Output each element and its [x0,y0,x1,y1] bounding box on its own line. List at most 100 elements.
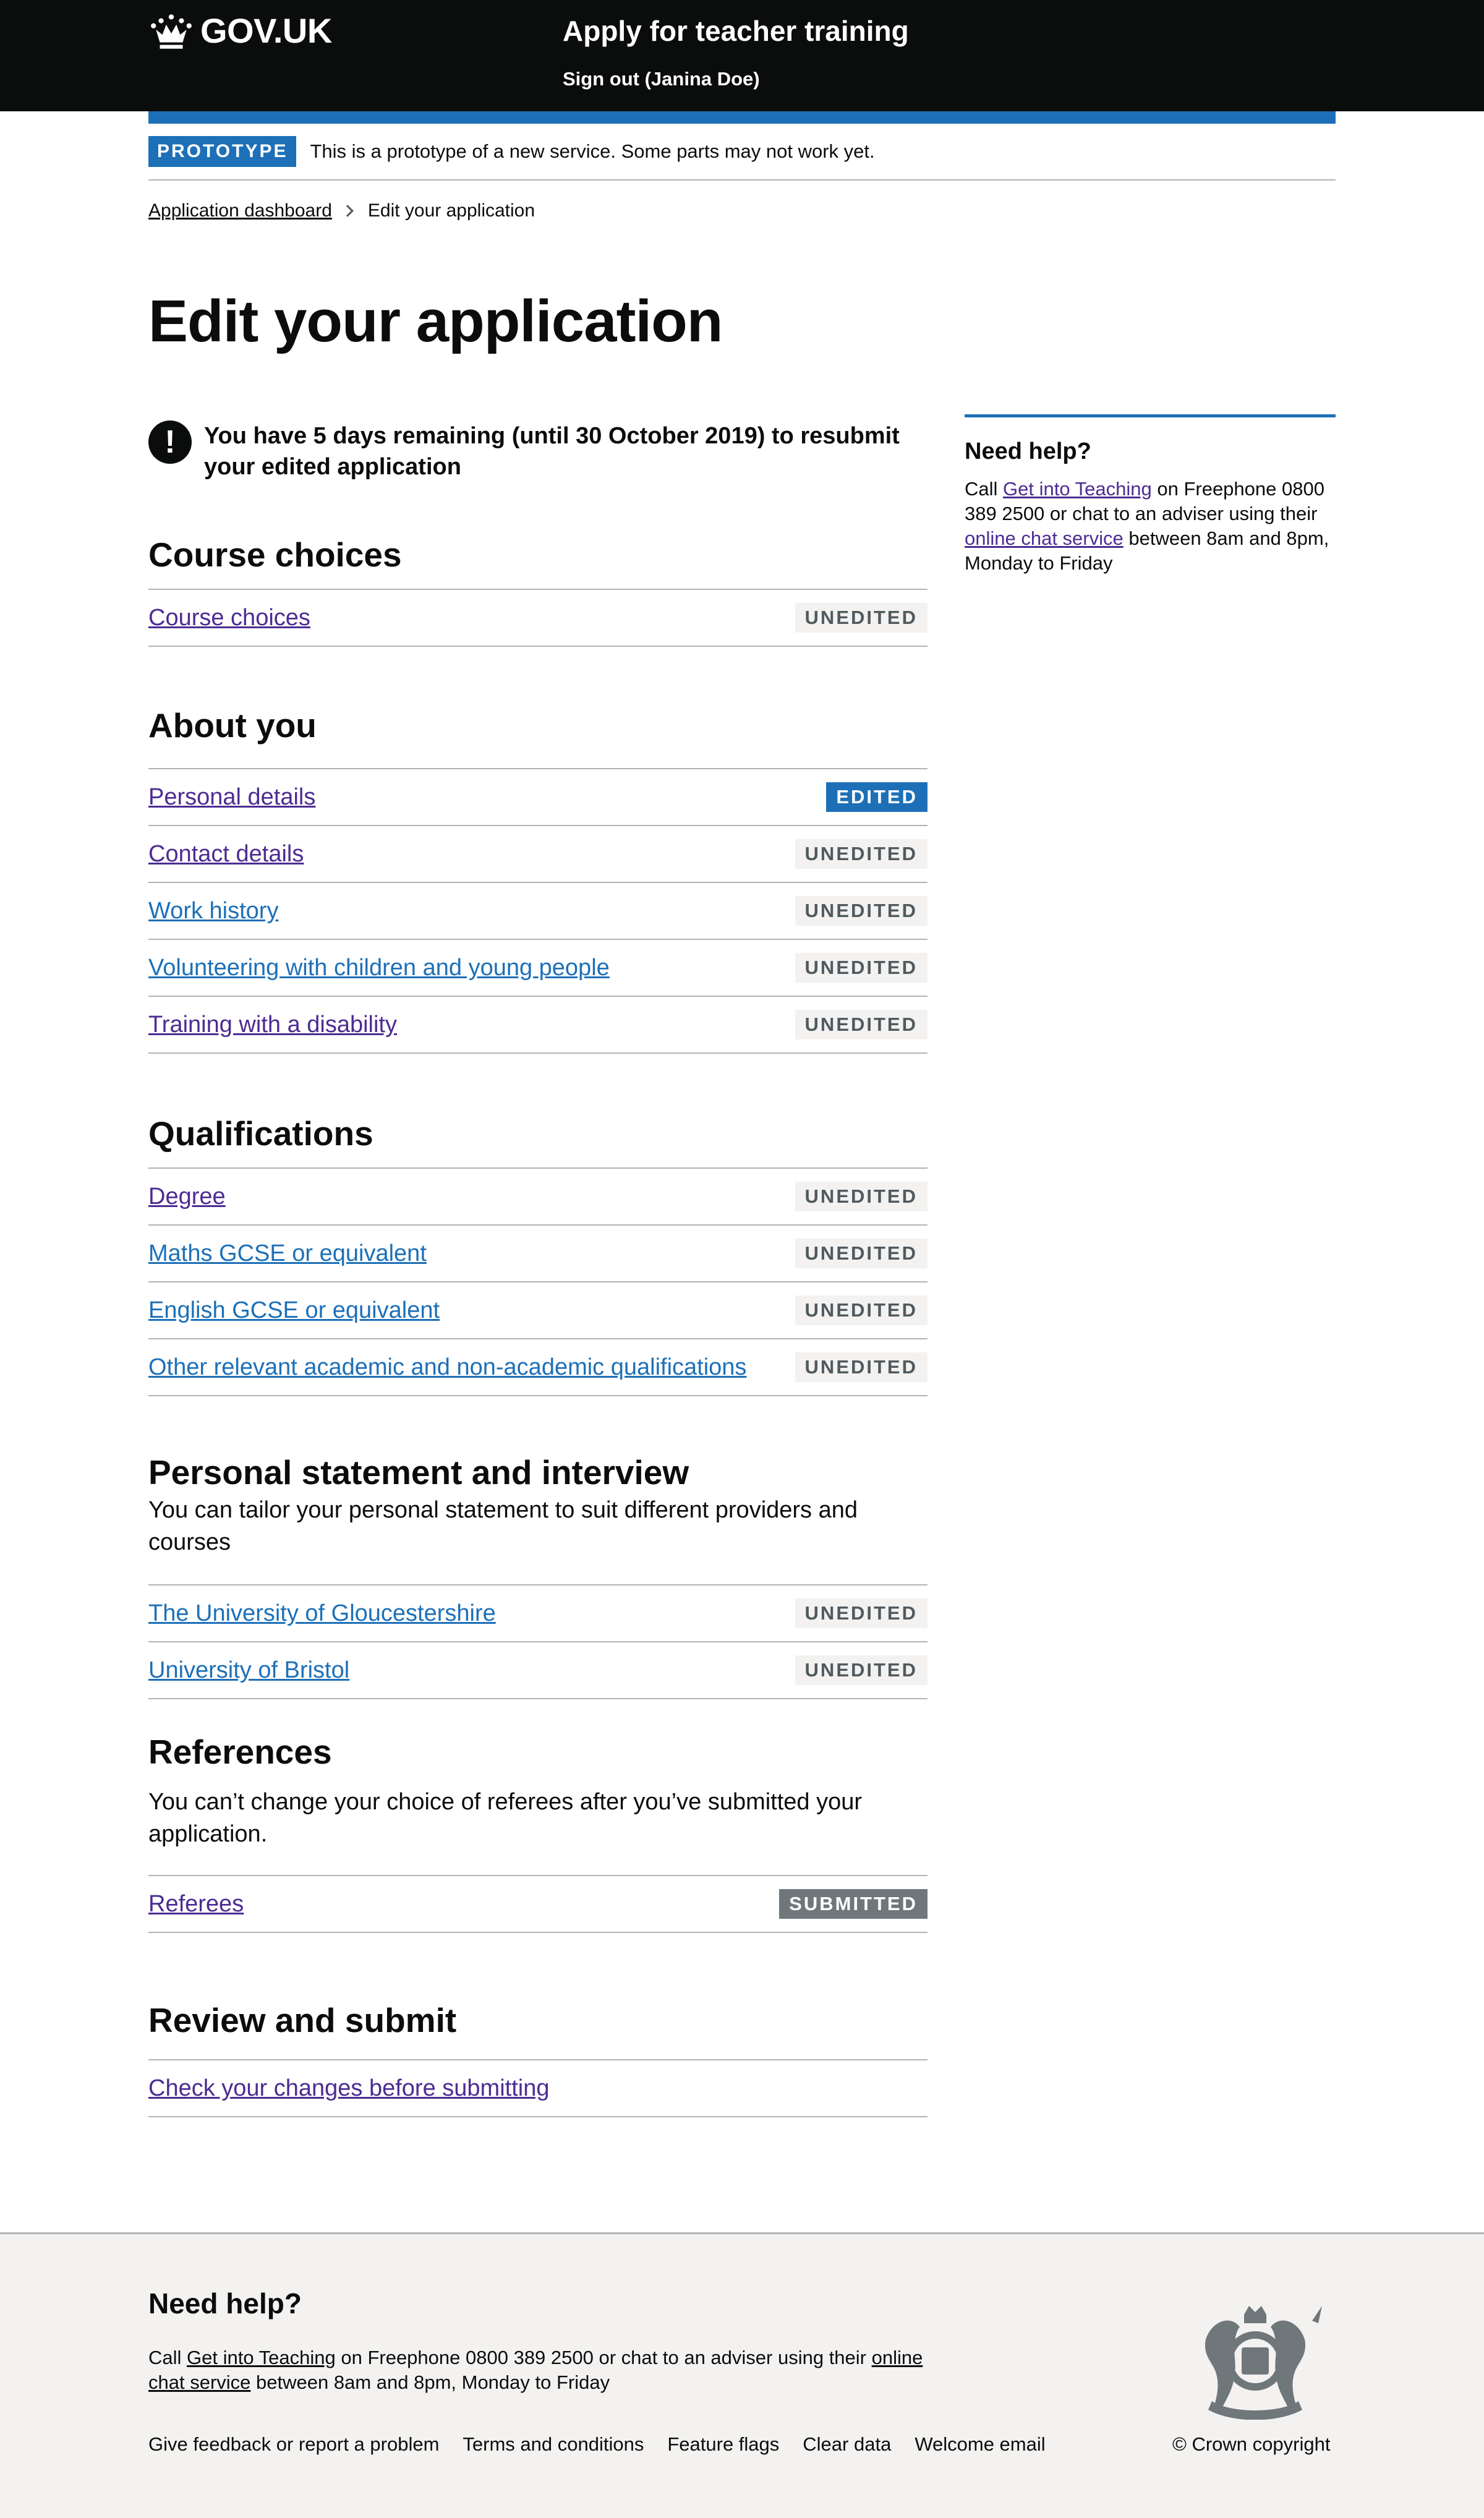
task-list: Degree UNEDITED Maths GCSE or equivalent… [148,1167,927,1396]
footer-get-into-teaching-link[interactable]: Get into Teaching [187,2347,336,2368]
work-history-link[interactable]: Work history [148,895,278,926]
task-list: Personal details EDITED Contact details … [148,768,927,1054]
section-about-you: About you Personal details EDITED Contac… [148,704,927,1054]
status-badge: SUBMITTED [779,1889,927,1919]
feature-flags-link[interactable]: Feature flags [667,2432,779,2457]
sign-out-link[interactable]: Sign out (Janina Doe) [563,67,760,92]
other-qualifications-link[interactable]: Other relevant academic and non-academic… [148,1352,746,1383]
section-description: You can tailor your personal statement t… [148,1497,858,1555]
referees-link[interactable]: Referees [148,1889,244,1919]
bristol-link[interactable]: University of Bristol [148,1655,349,1686]
task-volunteering: Volunteering with children and young peo… [148,940,927,997]
task-list: Course choices UNEDITED [148,589,927,647]
section-title: Personal statement and interview [148,1453,689,1492]
breadcrumb-application-dashboard[interactable]: Application dashboard [148,198,332,224]
section-course-choices: Course choices Course choices UNEDITED [148,533,927,647]
maths-gcse-link[interactable]: Maths GCSE or equivalent [148,1238,427,1269]
warning-message: You have 5 days remaining (until 30 Octo… [204,423,900,480]
footer-text: between 8am and 8pm, Monday to Friday [250,2371,610,2393]
status-badge: UNEDITED [795,1352,927,1382]
status-badge: EDITED [826,782,927,812]
section-personal-statement: Personal statement and interview You can… [148,1451,927,1699]
section-references: References You can’t change your choice … [148,1730,927,1933]
degree-link[interactable]: Degree [148,1181,226,1212]
task-list: The University of Gloucestershire UNEDIT… [148,1584,927,1699]
status-badge: UNEDITED [795,896,927,926]
task-list: Referees SUBMITTED [148,1875,927,1933]
task-english-gcse: English GCSE or equivalent UNEDITED [148,1282,927,1339]
prototype-tag: PROTOTYPE [148,136,297,167]
section-description: You can’t change your choice of referees… [148,1789,863,1847]
task-training-disability: Training with a disability UNEDITED [148,997,927,1054]
service-name-link[interactable]: Apply for teacher training [563,12,909,49]
sidebar-text: Call [965,478,1004,500]
task-course-choices: Course choices UNEDITED [148,590,927,647]
chevron-right-icon [341,205,354,217]
footer-text: on Freephone 0800 389 2500 or chat to an… [335,2347,872,2368]
sidebar-get-into-teaching-link[interactable]: Get into Teaching [1003,478,1152,500]
govuk-logo-link[interactable]: GOV.UK [148,11,332,51]
footer-title: Need help? [148,2287,302,2320]
status-badge: UNEDITED [795,1182,927,1211]
status-badge: UNEDITED [795,839,927,869]
course-choices-link[interactable]: Course choices [148,602,310,633]
page-title: Edit your application [148,288,723,354]
warning-text-block: ! You have 5 days remaining (until 30 Oc… [148,420,927,482]
govuk-logo-text: GOV.UK [200,11,332,50]
status-badge: UNEDITED [795,1598,927,1628]
task-contact-details: Contact details UNEDITED [148,826,927,883]
feedback-link[interactable]: Give feedback or report a problem [148,2432,439,2457]
status-badge: UNEDITED [795,953,927,983]
status-badge: UNEDITED [795,1010,927,1039]
section-review-submit: Review and submit Check your changes bef… [148,1999,927,2117]
section-title: Review and submit [148,2001,457,2039]
site-header: GOV.UK Apply for teacher training Sign o… [0,0,1484,111]
terms-link[interactable]: Terms and conditions [463,2432,644,2457]
english-gcse-link[interactable]: English GCSE or equivalent [148,1295,440,1326]
warning-icon: ! [148,420,192,464]
personal-details-link[interactable]: Personal details [148,782,315,813]
site-footer: Need help? Call Get into Teaching on Fre… [0,2232,1484,2518]
task-maths-gcse: Maths GCSE or equivalent UNEDITED [148,1226,927,1282]
task-work-history: Work history UNEDITED [148,883,927,940]
task-bristol: University of Bristol UNEDITED [148,1642,927,1699]
contact-details-link[interactable]: Contact details [148,839,304,869]
section-title: About you [148,706,317,745]
status-badge: UNEDITED [795,1655,927,1685]
header-blue-bar [148,111,1336,124]
welcome-email-link[interactable]: Welcome email [915,2432,1045,2457]
sidebar-title: Need help? [965,438,1091,464]
footer-help-text: Call Get into Teaching on Freephone 0800… [148,2345,940,2395]
crown-icon [151,14,192,49]
footer-links: Give feedback or report a problem Terms … [148,2432,1069,2457]
task-other-qualifications: Other relevant academic and non-academic… [148,1339,927,1396]
need-help-sidebar: Need help? Call Get into Teaching on Fre… [965,414,1336,576]
task-personal-details: Personal details EDITED [148,769,927,826]
volunteering-link[interactable]: Volunteering with children and young peo… [148,952,610,983]
phase-banner: PROTOTYPE This is a prototype of a new s… [148,136,1336,181]
section-title: Qualifications [148,1114,373,1153]
footer-text: Call [148,2347,187,2368]
section-qualifications: Qualifications Degree UNEDITED Maths GCS… [148,1112,927,1396]
check-changes-link[interactable]: Check your changes before submitting [148,2073,549,2104]
clear-data-link[interactable]: Clear data [803,2432,891,2457]
crown-copyright-link[interactable]: © Crown copyright [1172,2432,1330,2457]
status-badge: UNEDITED [795,1239,927,1268]
task-check-changes: Check your changes before submitting [148,2060,927,2117]
section-title: Course choices [148,536,402,574]
task-referees: Referees SUBMITTED [148,1876,927,1933]
gloucestershire-link[interactable]: The University of Gloucestershire [148,1598,496,1629]
sidebar-help-text: Call Get into Teaching on Freephone 0800… [965,477,1336,576]
training-disability-link[interactable]: Training with a disability [148,1009,397,1040]
breadcrumb-current: Edit your application [367,200,535,221]
status-badge: UNEDITED [795,1295,927,1325]
task-degree: Degree UNEDITED [148,1169,927,1226]
sidebar-online-chat-link[interactable]: online chat service [965,527,1124,549]
section-title: References [148,1733,332,1771]
phase-banner-text: This is a prototype of a new service. So… [310,140,875,162]
status-badge: UNEDITED [795,603,927,633]
task-gloucestershire: The University of Gloucestershire UNEDIT… [148,1585,927,1642]
breadcrumb: Application dashboard Edit your applicat… [148,198,535,224]
task-list: Check your changes before submitting [148,2059,927,2117]
royal-coat-of-arms-icon [1205,2306,1322,2420]
